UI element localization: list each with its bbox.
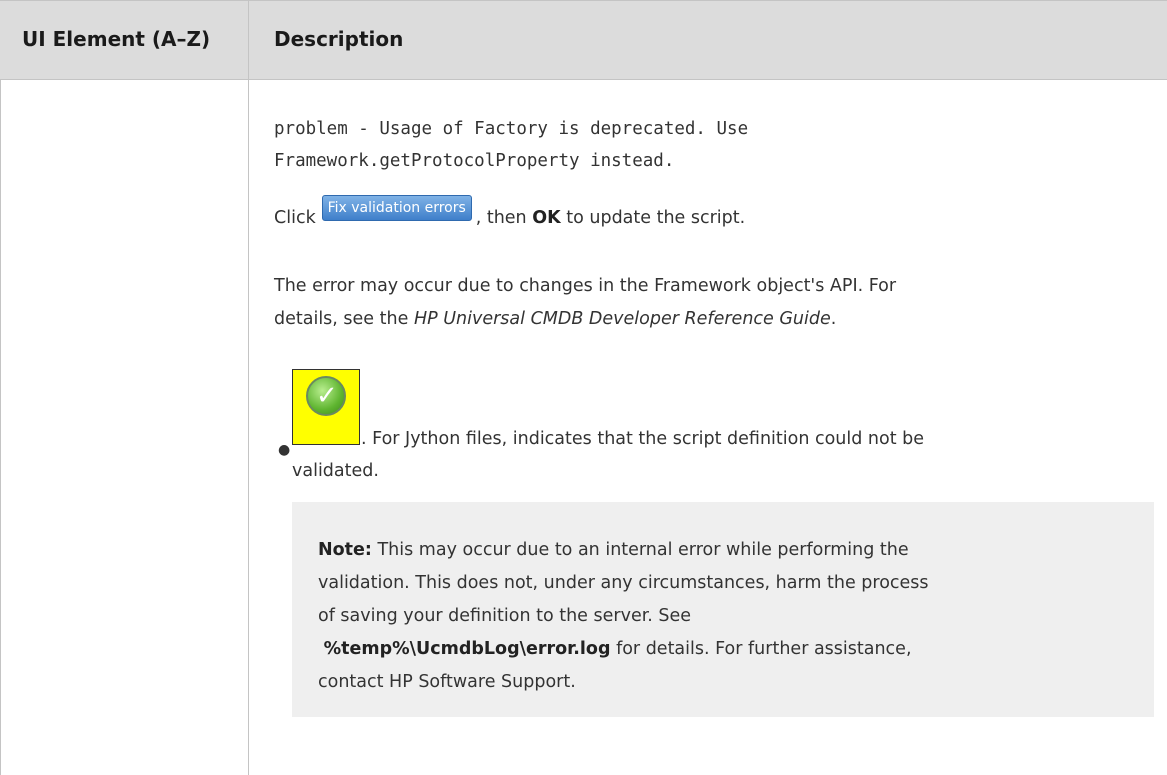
header-description: Description [274, 27, 404, 51]
click-mid: , then [475, 208, 527, 228]
check-mark-icon: ✓ [316, 381, 338, 411]
table-header: UI Element (A–Z) Description [0, 0, 1167, 81]
code-line-1: problem - Usage of Factory is deprecated… [274, 119, 749, 139]
green-check-icon: ✓ [292, 369, 360, 445]
error-line-1: The error may occur due to changes in th… [274, 276, 897, 296]
note-line-1: Note: This may occur due to an internal … [318, 540, 909, 560]
details-prefix: details, see the [274, 309, 409, 329]
guide-title: HP Universal CMDB Developer Reference Gu… [413, 309, 831, 329]
note-box: Note: This may occur due to an internal … [292, 502, 1154, 717]
bullet-dot: ● [278, 442, 291, 458]
note-text-4: for details. For further assistance, [616, 639, 912, 659]
check-circle: ✓ [306, 376, 346, 416]
fix-validation-errors-button[interactable]: Fix validation errors [321, 195, 472, 221]
ui-element-table: UI Element (A–Z) Description problem - U… [0, 0, 1167, 775]
bullet-text-line-2: validated. [292, 461, 379, 481]
note-line-2: validation. This does not, under any cir… [318, 573, 929, 593]
click-instruction: Click Fix validation errors , then OK to… [274, 195, 746, 233]
bullet-text-line-1: . For Jython files, indicates that the s… [361, 429, 925, 449]
column-divider [248, 80, 249, 775]
log-path: %temp%\UcmdbLog\error.log [323, 639, 611, 659]
note-line-4: %temp%\UcmdbLog\error.log for details. F… [318, 639, 912, 659]
note-label: Note: [318, 540, 372, 560]
click-suffix: to update the script. [566, 208, 746, 228]
note-line-5: contact HP Software Support. [318, 672, 576, 692]
error-line-2: details, see the HP Universal CMDB Devel… [274, 309, 836, 329]
table-left-border [0, 80, 1, 775]
ok-label: OK [532, 208, 561, 228]
click-prefix: Click [274, 208, 316, 228]
note-text-1: This may occur due to an internal error … [377, 540, 909, 560]
header-ui-element: UI Element (A–Z) [22, 27, 211, 51]
details-suffix: . [830, 309, 837, 329]
header-divider [248, 1, 249, 81]
code-line-2: Framework.getProtocolProperty instead. [274, 151, 675, 171]
note-line-3: of saving your definition to the server.… [318, 606, 692, 626]
